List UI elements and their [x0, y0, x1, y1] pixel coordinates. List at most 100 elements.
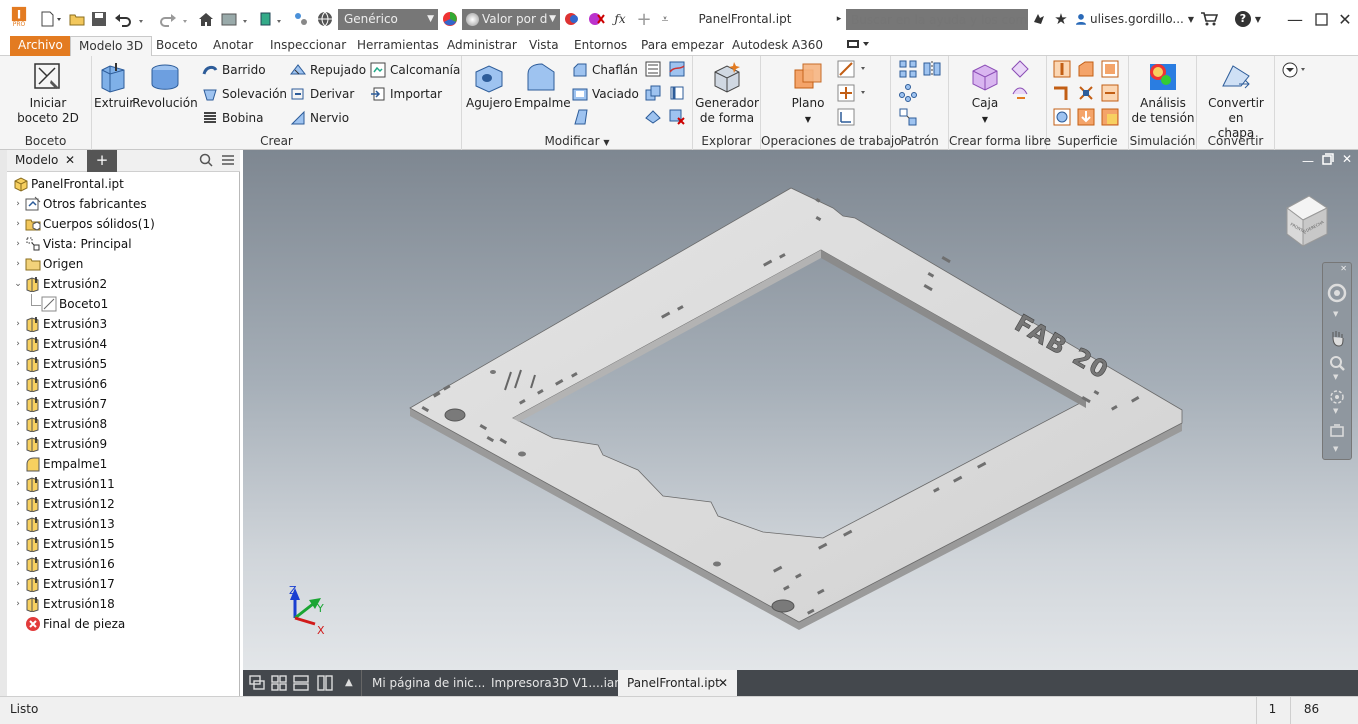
appearance-button[interactable]	[441, 8, 459, 30]
tab-archivo[interactable]: Archivo	[10, 36, 71, 56]
expand-toggle-icon[interactable]: ›	[13, 319, 23, 329]
vaciado-button[interactable]: Vaciado	[572, 84, 639, 104]
expand-toggle-icon[interactable]: ›	[13, 599, 23, 609]
ribbon-display-toggle[interactable]	[838, 36, 878, 56]
mirror-button[interactable]	[923, 60, 943, 80]
expand-toggle-icon[interactable]: ›	[13, 259, 23, 269]
agujero-button[interactable]: Agujero	[466, 60, 512, 111]
expand-toggle-icon[interactable]: ›	[13, 419, 23, 429]
convertir-chapa-button[interactable]: Convertir en chapa	[1199, 60, 1273, 141]
direct-edit-button[interactable]	[644, 108, 664, 128]
new-file-button[interactable]	[38, 8, 64, 30]
close-icon[interactable]: ✕	[718, 670, 728, 696]
tree-item[interactable]: › Origen	[7, 254, 83, 274]
parameters-button[interactable]: ƒx	[611, 8, 629, 30]
expand-toggle-icon[interactable]: ⌄	[13, 279, 23, 289]
doc-tab-panelfrontal[interactable]: PanelFrontal.ipt ✕	[618, 670, 737, 696]
tree-item[interactable]: › Extrusión11	[7, 474, 115, 494]
user-menu[interactable]: ulises.gordillo... ▼	[1076, 8, 1194, 30]
material-select[interactable]: Genérico ▼	[338, 9, 438, 30]
add-browser-tab-button[interactable]: +	[87, 150, 117, 172]
tree-item[interactable]: Boceto1	[7, 294, 108, 314]
expand-toggle-icon[interactable]: ›	[13, 219, 23, 229]
viewport-restore-button[interactable]	[1322, 153, 1334, 168]
tree-item[interactable]: › Extrusión18	[7, 594, 115, 614]
empalme-button[interactable]: Empalme	[514, 60, 571, 111]
save-button[interactable]	[90, 8, 108, 30]
solevacion-button[interactable]: Solevación	[202, 84, 287, 104]
barrido-button[interactable]: Barrido	[202, 60, 266, 80]
tab-para-empezar[interactable]: Para empezar	[633, 36, 732, 56]
ucs-button[interactable]	[837, 108, 857, 128]
surface-stitch-button[interactable]	[1077, 60, 1097, 80]
close-icon[interactable]: ✕	[65, 153, 75, 167]
viewport-minimize-button[interactable]: —	[1302, 154, 1314, 168]
doc-tab-impresora[interactable]: Impresora3D V1....iam	[481, 670, 636, 696]
iniciar-boceto-button[interactable]: Iniciar boceto 2D	[12, 60, 84, 126]
tree-item[interactable]: › Extrusión15	[7, 534, 115, 554]
tree-item[interactable]: › Extrusión17	[7, 574, 115, 594]
search-icon[interactable]	[199, 153, 213, 170]
thread-button[interactable]	[644, 60, 664, 80]
tab-autodesk-a360[interactable]: Autodesk A360	[724, 36, 831, 56]
help-search-input[interactable]	[846, 9, 1028, 30]
tab-herramientas[interactable]: Herramientas	[349, 36, 447, 56]
globe-button[interactable]	[316, 8, 334, 30]
tree-item[interactable]: Empalme1	[7, 454, 107, 474]
expand-toggle-icon[interactable]: ›	[13, 579, 23, 589]
ribbon-options-button[interactable]	[1282, 62, 1312, 82]
expand-toggle-icon[interactable]: ›	[13, 379, 23, 389]
combine-button[interactable]	[644, 84, 664, 104]
tab-vista[interactable]: Vista	[521, 36, 567, 56]
tree-item[interactable]: › Extrusión16	[7, 554, 115, 574]
browser-tab-modelo[interactable]: Modelo	[15, 153, 58, 167]
caja-button[interactable]: Caja ▼	[955, 60, 1015, 127]
importar-button[interactable]: Importar	[370, 84, 442, 104]
add-button[interactable]: +	[635, 8, 653, 30]
chevron-down-icon[interactable]: ▼	[1333, 407, 1338, 415]
tab-boceto[interactable]: Boceto	[148, 36, 206, 56]
surface-thicken-button[interactable]	[1053, 60, 1073, 80]
orbit-button[interactable]	[1329, 389, 1345, 408]
hamburger-menu-icon[interactable]	[221, 153, 235, 170]
surface-delete-button[interactable]	[1077, 84, 1097, 104]
work-point-button[interactable]	[837, 84, 873, 104]
surface-ruled-button[interactable]	[1101, 108, 1121, 128]
plano-button[interactable]: Plano ▼	[777, 60, 839, 127]
tree-item[interactable]: › Cuerpos sólidos(1)	[7, 214, 155, 234]
clear-override-button[interactable]	[587, 8, 607, 30]
surface-extend-button[interactable]	[1101, 84, 1121, 104]
tree-item[interactable]: › Extrusión9	[7, 434, 107, 454]
minimize-button[interactable]: —	[1284, 8, 1306, 30]
tab-administrar[interactable]: Administrar	[439, 36, 525, 56]
surface-trim-button[interactable]	[1053, 84, 1073, 104]
maximize-button[interactable]	[1310, 8, 1332, 30]
split-button[interactable]	[668, 60, 688, 80]
arrange-all-button[interactable]	[271, 675, 287, 694]
nervio-button[interactable]: Nervio	[290, 108, 349, 128]
group-label-modificar[interactable]: Modificar ▼	[462, 134, 692, 148]
work-axis-button[interactable]	[837, 60, 873, 80]
expand-toggle-icon[interactable]: ›	[13, 519, 23, 529]
customize-button[interactable]: ⩡	[657, 8, 673, 30]
surface-sculpt-button[interactable]	[1077, 108, 1097, 128]
tree-item[interactable]: › Extrusión8	[7, 414, 107, 434]
tree-item[interactable]: › Extrusión3	[7, 314, 107, 334]
expand-toggle-icon[interactable]: ›	[13, 439, 23, 449]
surface-patch-button[interactable]	[1101, 60, 1121, 80]
expand-toggle-icon[interactable]: ›	[13, 499, 23, 509]
tile-vertical-button[interactable]	[317, 675, 333, 694]
chevron-down-icon[interactable]: ▼	[1333, 445, 1338, 453]
thicken-button[interactable]	[668, 84, 688, 104]
home-button[interactable]	[198, 8, 214, 30]
delete-face-button[interactable]	[668, 108, 688, 128]
redo-button[interactable]	[158, 8, 194, 30]
expand-toggle-icon[interactable]: ›	[13, 539, 23, 549]
tab-anotar[interactable]: Anotar	[205, 36, 261, 56]
chevron-down-icon[interactable]: ▼	[1333, 373, 1338, 381]
chevron-down-icon[interactable]: ▼	[1333, 310, 1338, 318]
convert-freeform-button[interactable]	[1011, 84, 1031, 104]
expand-toggle-icon[interactable]: ›	[13, 479, 23, 489]
favorites-button[interactable]: ★	[1053, 8, 1069, 30]
measure-button[interactable]	[258, 8, 288, 30]
